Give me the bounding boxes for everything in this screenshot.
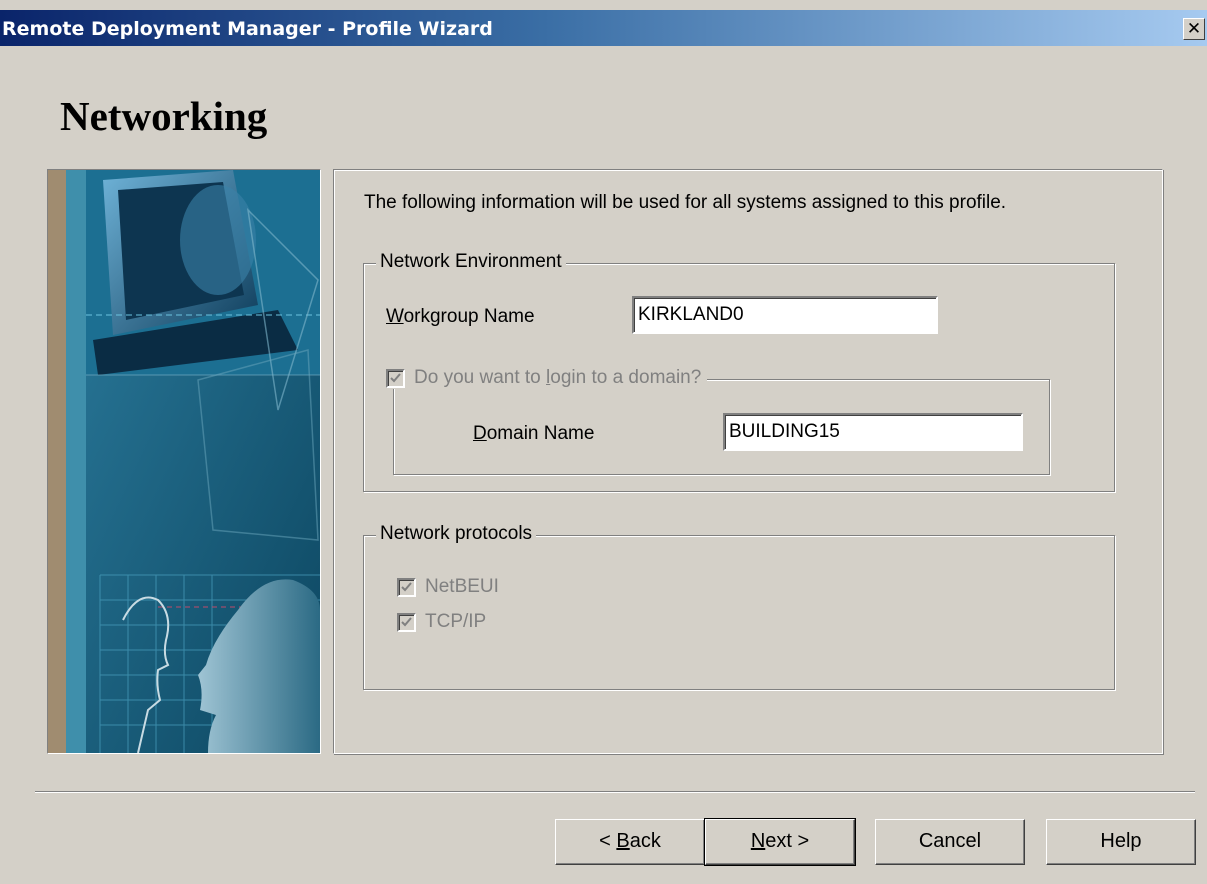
login-domain-checkbox[interactable] xyxy=(386,368,405,388)
tcpip-label: TCP/IP xyxy=(425,611,487,632)
tcpip-checkbox[interactable] xyxy=(397,612,416,632)
login-domain-label: Do you want to login to a domain? xyxy=(414,367,702,388)
next-button[interactable]: Next > xyxy=(704,818,856,866)
cancel-button[interactable]: Cancel xyxy=(875,819,1025,865)
network-environment-legend: Network Environment xyxy=(376,251,566,273)
wizard-art-illustration xyxy=(47,169,321,754)
workgroup-name-label: Workgroup Name xyxy=(386,306,535,327)
title-bar: Remote Deployment Manager - Profile Wiza… xyxy=(0,10,1207,46)
button-separator xyxy=(35,791,1195,793)
login-domain-checkbox-row[interactable]: Do you want to login to a domain? xyxy=(386,367,708,389)
workgroup-name-input[interactable]: KIRKLAND0 xyxy=(632,296,938,334)
back-button[interactable]: < Back xyxy=(555,819,705,865)
check-icon xyxy=(401,616,412,626)
domain-name-input[interactable]: BUILDING15 xyxy=(723,413,1023,451)
check-icon xyxy=(390,372,401,382)
network-protocols-legend: Network protocols xyxy=(376,523,537,545)
network-protocols-group: Network protocols NetBEUI TCP/IP xyxy=(363,523,1115,690)
check-icon xyxy=(401,581,412,591)
netbeui-checkbox[interactable] xyxy=(397,577,416,597)
intro-text: The following information will be used f… xyxy=(364,192,1007,213)
netbeui-label: NetBEUI xyxy=(425,576,499,597)
network-environment-group: Network Environment Workgroup Name KIRKL… xyxy=(363,251,1115,492)
help-button[interactable]: Help xyxy=(1046,819,1196,865)
domain-name-label: Domain Name xyxy=(473,423,595,444)
close-icon[interactable]: ✕ xyxy=(1183,18,1205,40)
netbeui-checkbox-row[interactable]: NetBEUI xyxy=(397,576,499,598)
networking-panel: The following information will be used f… xyxy=(333,169,1163,754)
window-title: Remote Deployment Manager - Profile Wiza… xyxy=(2,18,493,40)
domain-login-group: Do you want to login to a domain? Domain… xyxy=(386,367,1050,475)
page-title: Networking xyxy=(60,93,268,139)
tcpip-checkbox-row[interactable]: TCP/IP xyxy=(397,611,486,633)
